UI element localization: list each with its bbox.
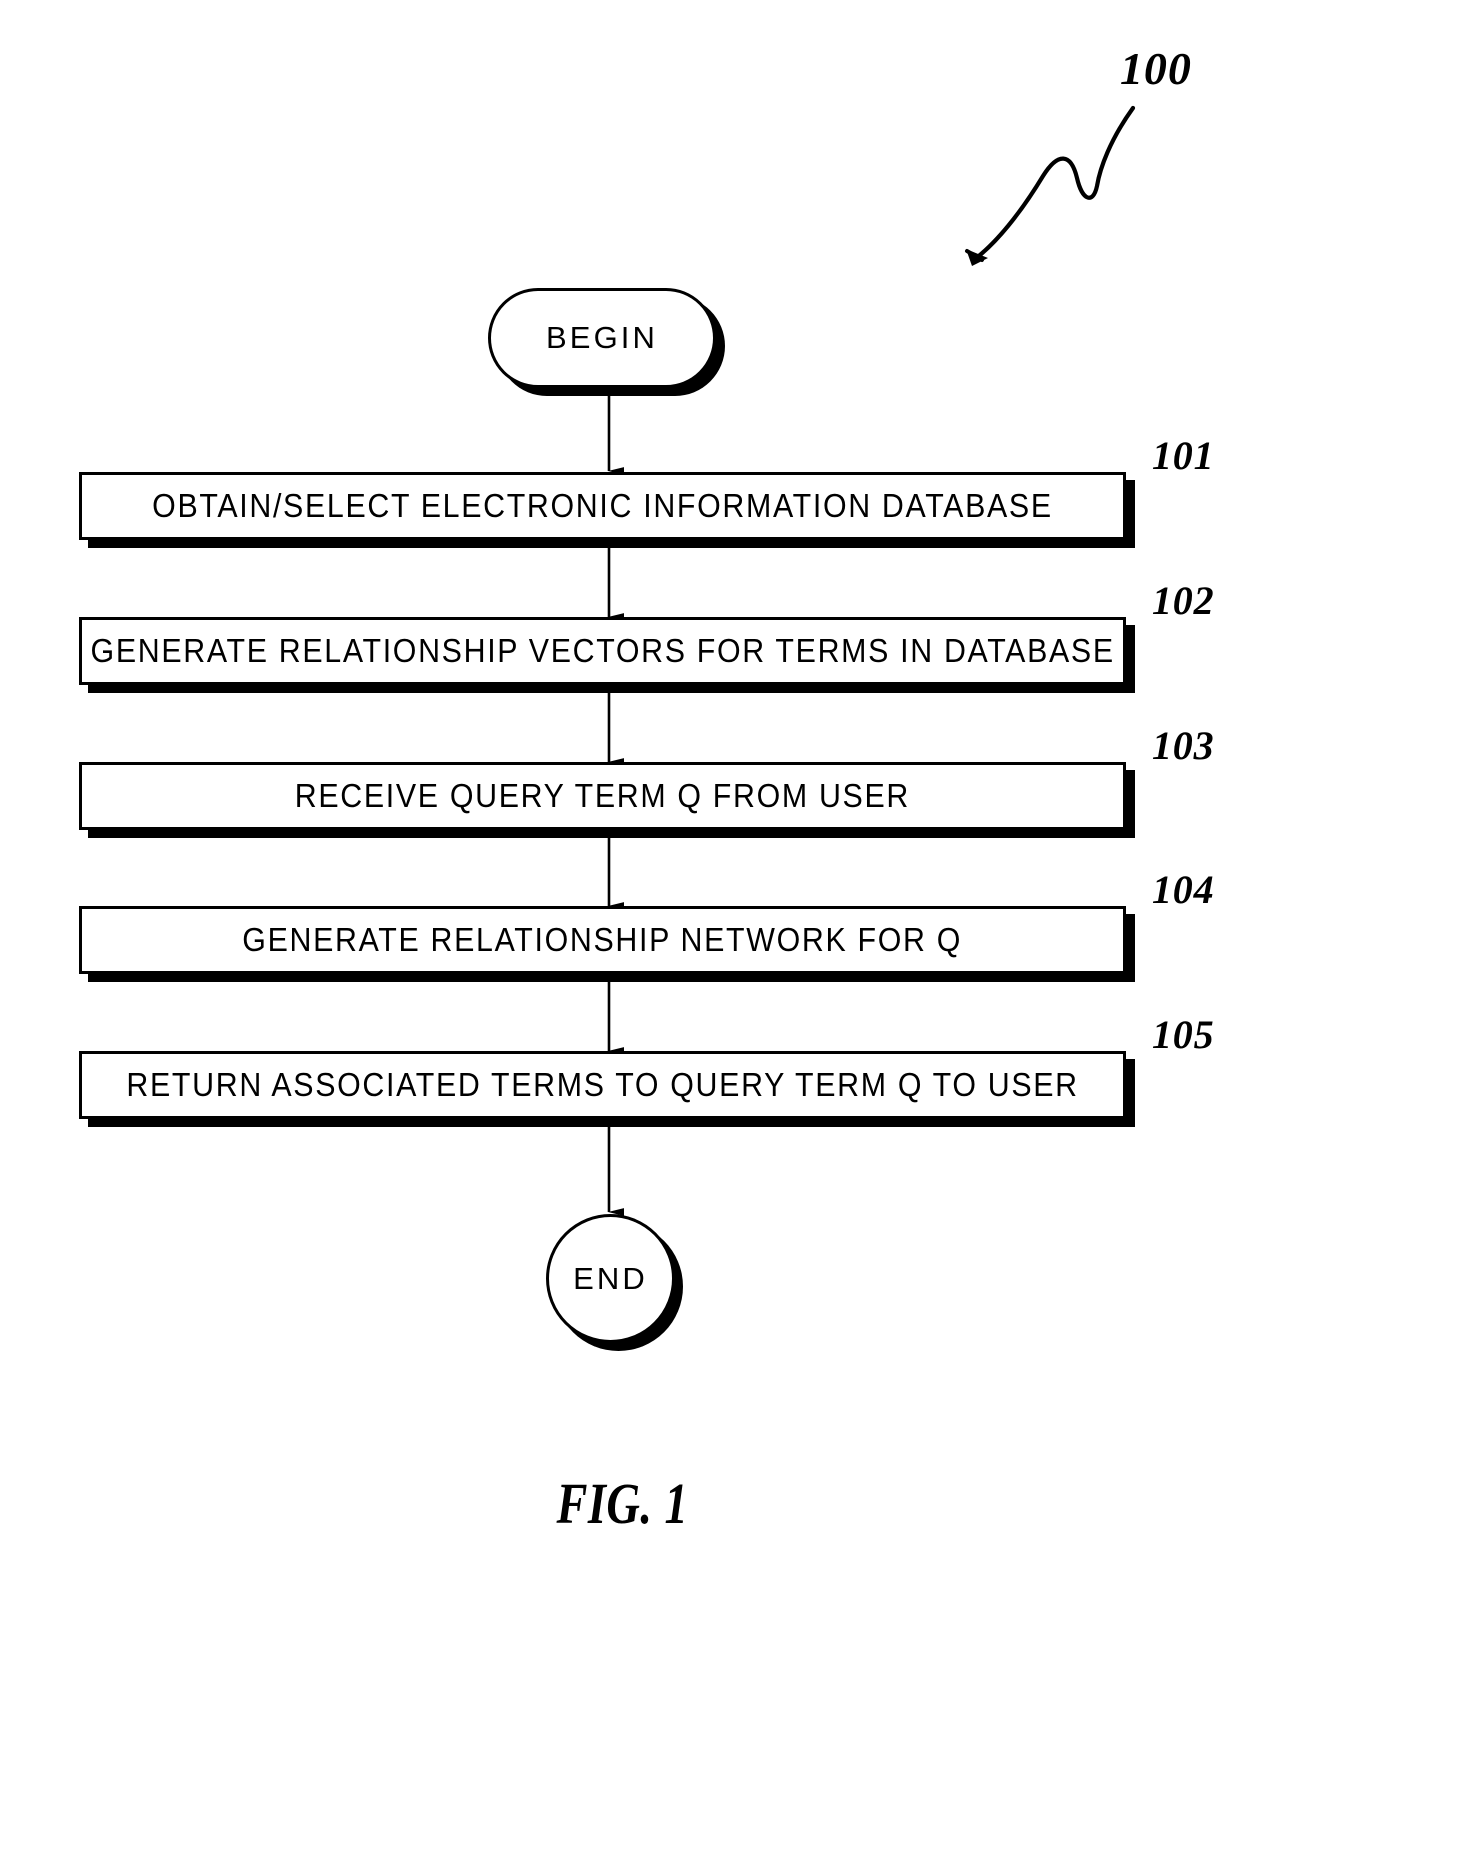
step-box-101: OBTAIN/SELECT ELECTRONIC INFORMATION DAT… bbox=[79, 472, 1126, 540]
begin-node-label: BEGIN bbox=[546, 320, 658, 355]
step-box-105: RETURN ASSOCIATED TERMS TO QUERY TERM Q … bbox=[79, 1051, 1126, 1119]
step-box-104: GENERATE RELATIONSHIP NETWORK FOR Q bbox=[79, 906, 1126, 974]
end-node: END bbox=[546, 1214, 675, 1343]
step-box-102: GENERATE RELATIONSHIP VECTORS FOR TERMS … bbox=[79, 617, 1126, 685]
step-box-103: RECEIVE QUERY TERM Q FROM USER bbox=[79, 762, 1126, 830]
step-102-reference-numeral: 102 bbox=[1152, 578, 1215, 623]
step-101-reference-numeral: 101 bbox=[1152, 433, 1215, 478]
begin-node: BEGIN bbox=[488, 288, 716, 388]
figure-leader-squiggle bbox=[965, 105, 1136, 266]
step-box-102-label: GENERATE RELATIONSHIP VECTORS FOR TERMS … bbox=[90, 632, 1115, 669]
step-103-reference-numeral: 103 bbox=[1152, 723, 1215, 768]
patent-figure: 100 BEGIN OBTAIN/SELECT ELECTRONIC INFOR… bbox=[0, 0, 1468, 1870]
end-node-label: END bbox=[573, 1260, 648, 1296]
step-box-103-label: RECEIVE QUERY TERM Q FROM USER bbox=[294, 777, 911, 814]
step-box-101-label: OBTAIN/SELECT ELECTRONIC INFORMATION DAT… bbox=[152, 487, 1053, 524]
step-box-104-label: GENERATE RELATIONSHIP NETWORK FOR Q bbox=[242, 921, 963, 958]
figure-reference-numeral: 100 bbox=[1120, 43, 1192, 94]
step-box-105-label: RETURN ASSOCIATED TERMS TO QUERY TERM Q … bbox=[126, 1066, 1079, 1103]
step-105-reference-numeral: 105 bbox=[1152, 1012, 1215, 1057]
step-104-reference-numeral: 104 bbox=[1152, 867, 1215, 912]
figure-caption: FIG. 1 bbox=[556, 1471, 689, 1536]
